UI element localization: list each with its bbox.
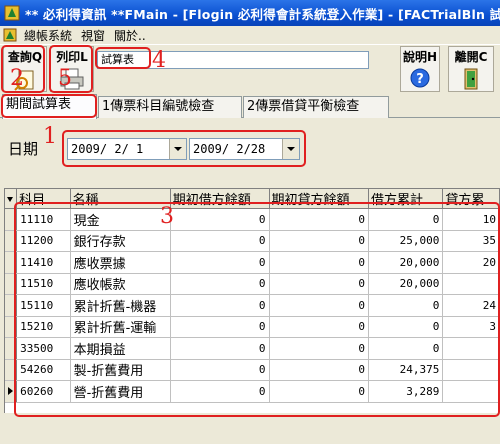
menu-bar: 總帳系統 視窗 關於.. bbox=[0, 26, 500, 44]
tab-label: 1傳票科目編號檢查 bbox=[102, 99, 215, 114]
app-icon bbox=[4, 5, 20, 21]
annotation-number-3: 3 bbox=[160, 204, 174, 229]
annotation-box-date bbox=[62, 130, 306, 167]
menu-app-icon[interactable] bbox=[3, 28, 17, 42]
help-icon: ? bbox=[410, 68, 430, 88]
menu-general-ledger[interactable]: 總帳系統 bbox=[21, 27, 78, 44]
menu-about[interactable]: 關於.. bbox=[111, 27, 152, 44]
current-row-arrow-icon bbox=[8, 386, 14, 395]
exit-door-icon bbox=[464, 68, 478, 90]
annotation-box-form-name bbox=[95, 47, 151, 69]
menu-window[interactable]: 視窗 bbox=[78, 27, 111, 44]
help-label: 說明H bbox=[402, 50, 438, 64]
exit-button[interactable]: 離開C bbox=[448, 46, 494, 92]
svg-text:?: ? bbox=[416, 72, 424, 87]
annotation-number-4: 4 bbox=[152, 48, 166, 73]
tab-label: 2傳票借貸平衡檢查 bbox=[247, 99, 360, 114]
annotation-number-2: 2 bbox=[10, 66, 24, 91]
help-button[interactable]: 說明H ? bbox=[400, 46, 440, 92]
exit-label: 離開C bbox=[454, 50, 488, 64]
tab-voucher-account-check[interactable]: 1傳票科目編號檢查 bbox=[98, 96, 242, 118]
date-label: 日期 bbox=[8, 140, 39, 158]
sort-arrow-icon bbox=[7, 197, 13, 202]
annotation-box-tab bbox=[1, 94, 97, 118]
title-bar[interactable]: ** 必利得資訊 **FMain - [Flogin 必利得會計系統登入作業] … bbox=[0, 0, 500, 26]
annotation-number-1: 1 bbox=[43, 124, 57, 149]
tab-voucher-balance-check[interactable]: 2傳票借貸平衡檢查 bbox=[243, 96, 389, 118]
annotation-box-grid bbox=[14, 202, 500, 417]
window-title: ** 必利得資訊 **FMain - [Flogin 必利得會計系統登入作業] … bbox=[25, 6, 500, 22]
annotation-number-5: 5 bbox=[58, 66, 72, 91]
